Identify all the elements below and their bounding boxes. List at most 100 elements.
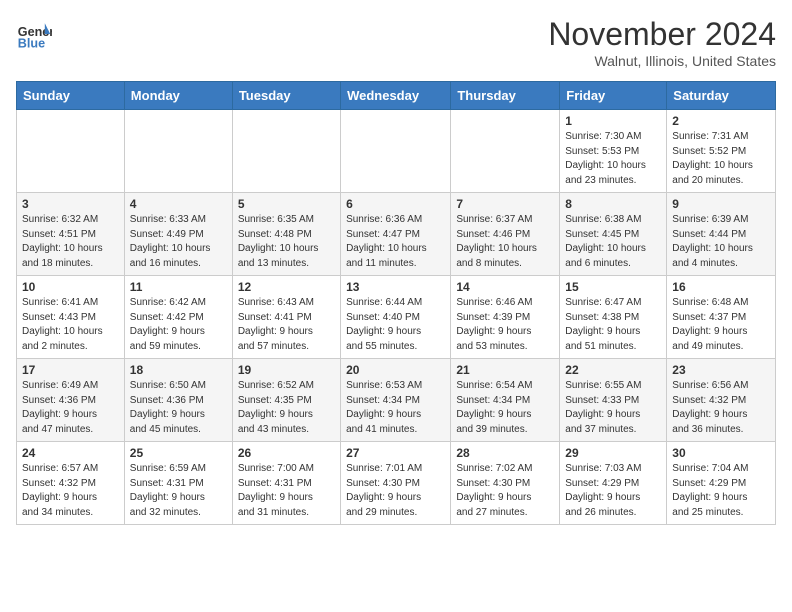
day-number: 10: [22, 280, 119, 294]
day-info: Sunrise: 6:59 AM Sunset: 4:31 PM Dayligh…: [130, 462, 227, 520]
week-row-2: 3 Sunrise: 6:32 AM Sunset: 4:51 PM Daylig…: [17, 193, 776, 276]
day-cell: 11 Sunrise: 6:42 AM Sunset: 4:42 PM Dayli…: [124, 276, 232, 359]
day-info: Sunrise: 6:43 AM Sunset: 4:41 PM Dayligh…: [238, 296, 335, 354]
logo: General Blue: [16, 16, 52, 52]
weekday-header-sunday: Sunday: [17, 82, 125, 110]
day-number: 21: [456, 363, 554, 377]
day-number: 9: [672, 197, 770, 211]
day-number: 3: [22, 197, 119, 211]
weekday-header-tuesday: Tuesday: [232, 82, 340, 110]
day-number: 11: [130, 280, 227, 294]
day-info: Sunrise: 6:53 AM Sunset: 4:34 PM Dayligh…: [346, 379, 445, 437]
day-number: 16: [672, 280, 770, 294]
day-info: Sunrise: 6:57 AM Sunset: 4:32 PM Dayligh…: [22, 462, 119, 520]
day-info: Sunrise: 6:36 AM Sunset: 4:47 PM Dayligh…: [346, 213, 445, 271]
day-cell: 20 Sunrise: 6:53 AM Sunset: 4:34 PM Dayli…: [341, 359, 451, 442]
week-row-3: 10 Sunrise: 6:41 AM Sunset: 4:43 PM Dayli…: [17, 276, 776, 359]
day-cell: 13Sunrise: 6:44 AM Sunset: 4:40 PM Dayli…: [341, 276, 451, 359]
location: Walnut, Illinois, United States: [548, 53, 776, 69]
day-info: Sunrise: 7:03 AM Sunset: 4:29 PM Dayligh…: [565, 462, 661, 520]
day-info: Sunrise: 6:55 AM Sunset: 4:33 PM Dayligh…: [565, 379, 661, 437]
day-cell: [232, 110, 340, 193]
day-info: Sunrise: 6:32 AM Sunset: 4:51 PM Dayligh…: [22, 213, 119, 271]
weekday-header-friday: Friday: [560, 82, 667, 110]
day-cell: 7 Sunrise: 6:37 AM Sunset: 4:46 PM Daylig…: [451, 193, 560, 276]
day-cell: 23Sunrise: 6:56 AM Sunset: 4:32 PM Dayli…: [667, 359, 776, 442]
day-info: Sunrise: 6:35 AM Sunset: 4:48 PM Dayligh…: [238, 213, 335, 271]
calendar-table: SundayMondayTuesdayWednesdayThursdayFrid…: [16, 81, 776, 525]
day-info: Sunrise: 6:54 AM Sunset: 4:34 PM Dayligh…: [456, 379, 554, 437]
day-number: 29: [565, 446, 661, 460]
day-info: Sunrise: 6:42 AM Sunset: 4:42 PM Dayligh…: [130, 296, 227, 354]
day-number: 4: [130, 197, 227, 211]
day-cell: [17, 110, 125, 193]
day-cell: 8 Sunrise: 6:38 AM Sunset: 4:45 PM Daylig…: [560, 193, 667, 276]
day-number: 28: [456, 446, 554, 460]
day-info: Sunrise: 6:41 AM Sunset: 4:43 PM Dayligh…: [22, 296, 119, 354]
day-cell: 3 Sunrise: 6:32 AM Sunset: 4:51 PM Daylig…: [17, 193, 125, 276]
day-number: 20: [346, 363, 445, 377]
day-info: Sunrise: 7:04 AM Sunset: 4:29 PM Dayligh…: [672, 462, 770, 520]
day-cell: 16 Sunrise: 6:48 AM Sunset: 4:37 PM Dayli…: [667, 276, 776, 359]
day-cell: [124, 110, 232, 193]
day-info: Sunrise: 6:46 AM Sunset: 4:39 PM Dayligh…: [456, 296, 554, 354]
weekday-header-row: SundayMondayTuesdayWednesdayThursdayFrid…: [17, 82, 776, 110]
day-cell: 22 Sunrise: 6:55 AM Sunset: 4:33 PM Dayli…: [560, 359, 667, 442]
day-cell: 5Sunrise: 6:35 AM Sunset: 4:48 PM Daylig…: [232, 193, 340, 276]
day-cell: 12 Sunrise: 6:43 AM Sunset: 4:41 PM Dayli…: [232, 276, 340, 359]
day-number: 17: [22, 363, 119, 377]
day-cell: 19Sunrise: 6:52 AM Sunset: 4:35 PM Dayli…: [232, 359, 340, 442]
day-number: 27: [346, 446, 445, 460]
weekday-header-thursday: Thursday: [451, 82, 560, 110]
day-cell: 26Sunrise: 7:00 AM Sunset: 4:31 PM Dayli…: [232, 442, 340, 525]
day-info: Sunrise: 6:48 AM Sunset: 4:37 PM Dayligh…: [672, 296, 770, 354]
week-row-4: 17 Sunrise: 6:49 AM Sunset: 4:36 PM Dayli…: [17, 359, 776, 442]
day-number: 6: [346, 197, 445, 211]
day-cell: 10 Sunrise: 6:41 AM Sunset: 4:43 PM Dayli…: [17, 276, 125, 359]
day-info: Sunrise: 6:39 AM Sunset: 4:44 PM Dayligh…: [672, 213, 770, 271]
day-cell: 30 Sunrise: 7:04 AM Sunset: 4:29 PM Dayli…: [667, 442, 776, 525]
day-number: 8: [565, 197, 661, 211]
day-cell: 2 Sunrise: 7:31 AM Sunset: 5:52 PM Daylig…: [667, 110, 776, 193]
day-number: 30: [672, 446, 770, 460]
title-area: November 2024 Walnut, Illinois, United S…: [548, 16, 776, 69]
day-number: 14: [456, 280, 554, 294]
day-number: 18: [130, 363, 227, 377]
day-info: Sunrise: 6:38 AM Sunset: 4:45 PM Dayligh…: [565, 213, 661, 271]
svg-text:Blue: Blue: [18, 37, 45, 51]
month-title: November 2024: [548, 16, 776, 53]
day-number: 1: [565, 114, 661, 128]
day-info: Sunrise: 7:31 AM Sunset: 5:52 PM Dayligh…: [672, 130, 770, 188]
day-cell: 18 Sunrise: 6:50 AM Sunset: 4:36 PM Dayli…: [124, 359, 232, 442]
day-cell: [341, 110, 451, 193]
day-info: Sunrise: 6:44 AM Sunset: 4:40 PM Dayligh…: [346, 296, 445, 354]
day-info: Sunrise: 6:50 AM Sunset: 4:36 PM Dayligh…: [130, 379, 227, 437]
day-cell: 28Sunrise: 7:02 AM Sunset: 4:30 PM Dayli…: [451, 442, 560, 525]
week-row-1: 1Sunrise: 7:30 AM Sunset: 5:53 PM Daylig…: [17, 110, 776, 193]
day-number: 12: [238, 280, 335, 294]
day-info: Sunrise: 6:52 AM Sunset: 4:35 PM Dayligh…: [238, 379, 335, 437]
logo-icon: General Blue: [16, 16, 52, 52]
day-cell: 29 Sunrise: 7:03 AM Sunset: 4:29 PM Dayli…: [560, 442, 667, 525]
day-number: 23: [672, 363, 770, 377]
weekday-header-saturday: Saturday: [667, 82, 776, 110]
day-number: 7: [456, 197, 554, 211]
week-row-5: 24Sunrise: 6:57 AM Sunset: 4:32 PM Dayli…: [17, 442, 776, 525]
day-cell: 15 Sunrise: 6:47 AM Sunset: 4:38 PM Dayli…: [560, 276, 667, 359]
day-cell: 4 Sunrise: 6:33 AM Sunset: 4:49 PM Daylig…: [124, 193, 232, 276]
day-number: 15: [565, 280, 661, 294]
day-info: Sunrise: 6:47 AM Sunset: 4:38 PM Dayligh…: [565, 296, 661, 354]
day-number: 22: [565, 363, 661, 377]
day-number: 2: [672, 114, 770, 128]
day-cell: 6 Sunrise: 6:36 AM Sunset: 4:47 PM Daylig…: [341, 193, 451, 276]
day-number: 26: [238, 446, 335, 460]
day-cell: 21 Sunrise: 6:54 AM Sunset: 4:34 PM Dayli…: [451, 359, 560, 442]
day-info: Sunrise: 6:33 AM Sunset: 4:49 PM Dayligh…: [130, 213, 227, 271]
day-info: Sunrise: 6:37 AM Sunset: 4:46 PM Dayligh…: [456, 213, 554, 271]
day-cell: 14 Sunrise: 6:46 AM Sunset: 4:39 PM Dayli…: [451, 276, 560, 359]
day-number: 25: [130, 446, 227, 460]
day-cell: 1Sunrise: 7:30 AM Sunset: 5:53 PM Daylig…: [560, 110, 667, 193]
day-cell: 25 Sunrise: 6:59 AM Sunset: 4:31 PM Dayli…: [124, 442, 232, 525]
day-cell: 24Sunrise: 6:57 AM Sunset: 4:32 PM Dayli…: [17, 442, 125, 525]
day-info: Sunrise: 6:49 AM Sunset: 4:36 PM Dayligh…: [22, 379, 119, 437]
